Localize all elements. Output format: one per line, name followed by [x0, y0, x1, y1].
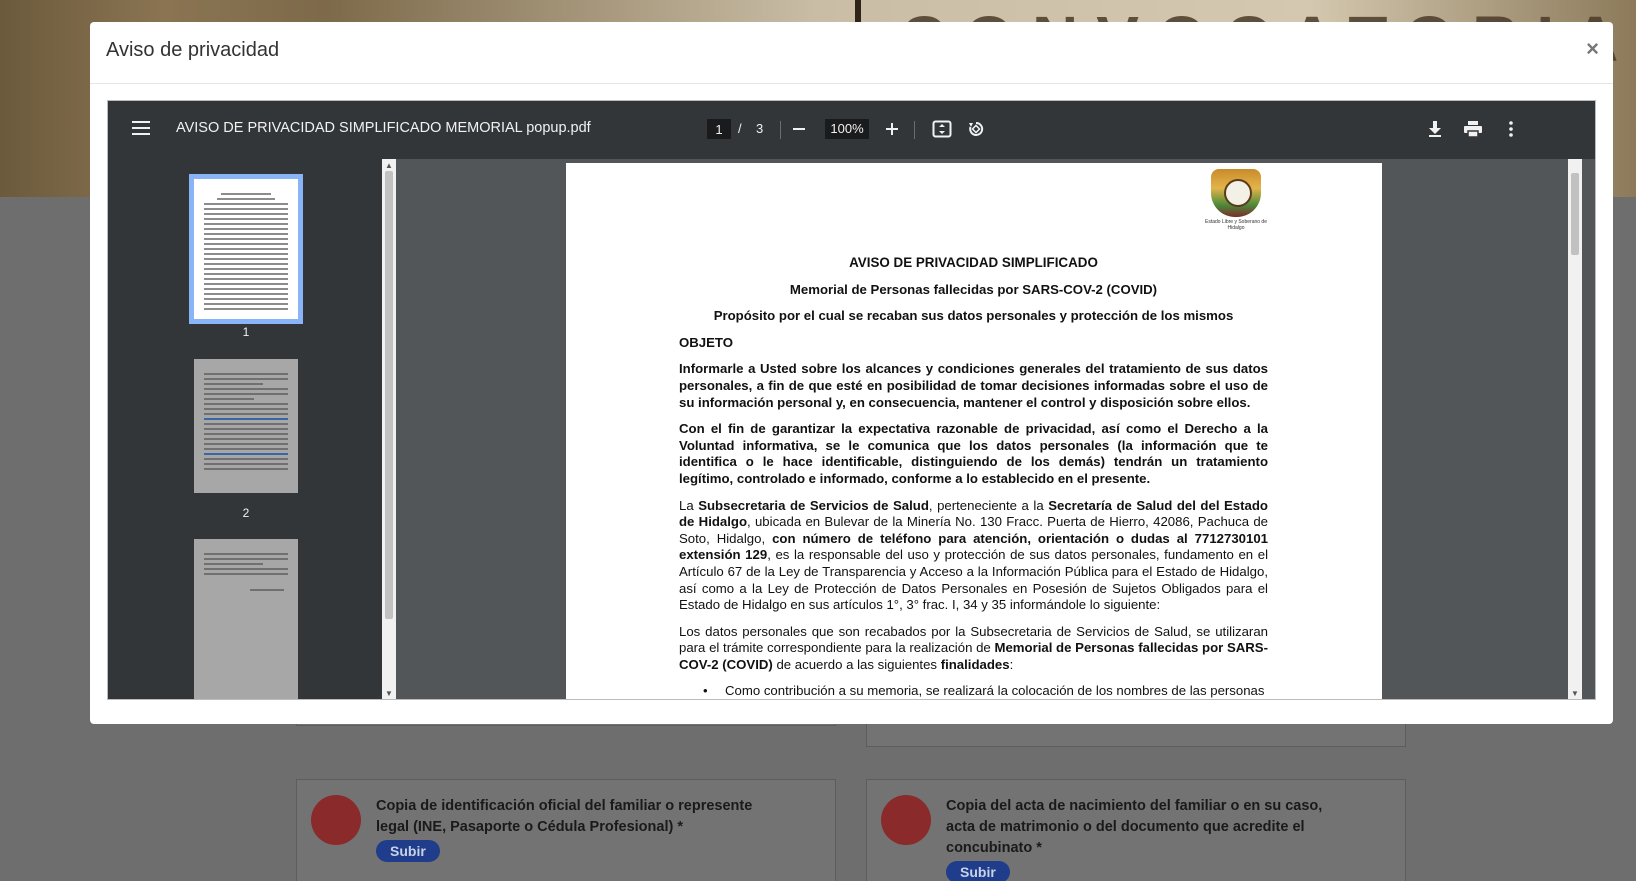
toolbar-divider [914, 121, 915, 139]
modal-title: Aviso de privacidad [106, 39, 280, 61]
close-icon[interactable]: × [1586, 36, 1599, 62]
section-heading: OBJETO [679, 334, 733, 350]
pdf-viewer: AVISO DE PRIVACIDAD SIMPLIFICADO MEMORIA… [107, 100, 1596, 700]
more-icon[interactable] [1497, 115, 1525, 143]
document-area: Estado Libre y Soberano de Hidalgo AVISO… [396, 159, 1582, 699]
coat-of-arms-icon [1211, 169, 1261, 217]
thumbnail-number: 1 [242, 325, 250, 339]
zoom-in-icon[interactable] [878, 115, 906, 143]
thumbnail-page-3[interactable] [194, 539, 298, 699]
toolbar-divider [780, 121, 781, 139]
banner-divider [855, 0, 861, 24]
upload-card-label: Copia del acta de nacimiento del familia… [946, 796, 1346, 881]
document-scrollbar[interactable]: ▼ [1568, 159, 1582, 699]
hidalgo-logo: Estado Libre y Soberano de Hidalgo [1201, 169, 1271, 231]
print-icon[interactable] [1459, 115, 1487, 143]
scrollbar-thumb[interactable] [385, 171, 393, 619]
upload-card-label-text: Copia de identificación oficial del fami… [376, 798, 753, 835]
upload-button[interactable]: Subir [376, 840, 440, 862]
scroll-down-icon[interactable]: ▼ [385, 689, 393, 698]
page-total: 3 [756, 121, 764, 136]
status-indicator [311, 795, 361, 845]
pdf-filename: AVISO DE PRIVACIDAD SIMPLIFICADO MEMORIA… [176, 120, 591, 136]
thumbnail-page-2[interactable] [194, 359, 298, 493]
paragraph: Con el fin de garantizar la expectativa … [679, 421, 1268, 486]
rotate-icon[interactable] [962, 115, 990, 143]
upload-button[interactable]: Subir [946, 861, 1010, 881]
fit-page-icon[interactable] [928, 115, 956, 143]
download-icon[interactable] [1421, 115, 1449, 143]
thumbnail-page-1[interactable] [189, 174, 303, 324]
modal-header: Aviso de privacidad × [90, 22, 1613, 84]
thumbnail-number: 2 [242, 506, 250, 520]
document-purpose: Propósito por el cual se recaban sus dat… [713, 308, 1234, 324]
scrollbar-thumb[interactable] [1571, 173, 1579, 255]
upload-card-label: Copia de identificación oficial del fami… [376, 796, 776, 863]
paragraph: Los datos personales que son recabados p… [679, 623, 1268, 672]
menu-icon[interactable] [132, 121, 150, 135]
page-number-input[interactable] [707, 119, 731, 139]
upload-card-identificacion: Copia de identificación oficial del fami… [296, 779, 836, 881]
thumbnail-scrollbar[interactable]: ▲ ▼ [382, 159, 396, 699]
zoom-level[interactable]: 100% [825, 119, 869, 139]
upload-card-label-text: Copia del acta de nacimiento del familia… [946, 798, 1323, 856]
scroll-down-icon[interactable]: ▼ [1571, 689, 1579, 698]
document-page: Estado Libre y Soberano de Hidalgo AVISO… [566, 163, 1382, 699]
document-title: AVISO DE PRIVACIDAD SIMPLIFICADO [849, 255, 1098, 270]
paragraph: Informarle a Usted sobre los alcances y … [679, 361, 1268, 410]
paragraph: La Subsecretaria de Servicios de Salud, … [679, 497, 1268, 613]
privacy-modal: Aviso de privacidad × AVISO DE PRIVACIDA… [90, 22, 1613, 724]
status-indicator [881, 795, 931, 845]
scroll-up-icon[interactable]: ▲ [385, 161, 393, 170]
upload-card-acta: Copia del acta de nacimiento del familia… [866, 779, 1406, 881]
page-separator: / [738, 121, 742, 136]
document-subtitle: Memorial de Personas fallecidas por SARS… [789, 281, 1158, 297]
document-body: AVISO DE PRIVACIDAD SIMPLIFICADO Memoria… [679, 255, 1268, 699]
pdf-toolbar: AVISO DE PRIVACIDAD SIMPLIFICADO MEMORIA… [108, 101, 1595, 159]
thumbnail-sidebar: 1 2 [108, 159, 382, 699]
logo-caption: Estado Libre y Soberano de Hidalgo [1205, 219, 1267, 231]
zoom-out-icon[interactable] [785, 115, 813, 143]
list-item: Como contribución a su memoria, se reali… [679, 683, 1268, 699]
